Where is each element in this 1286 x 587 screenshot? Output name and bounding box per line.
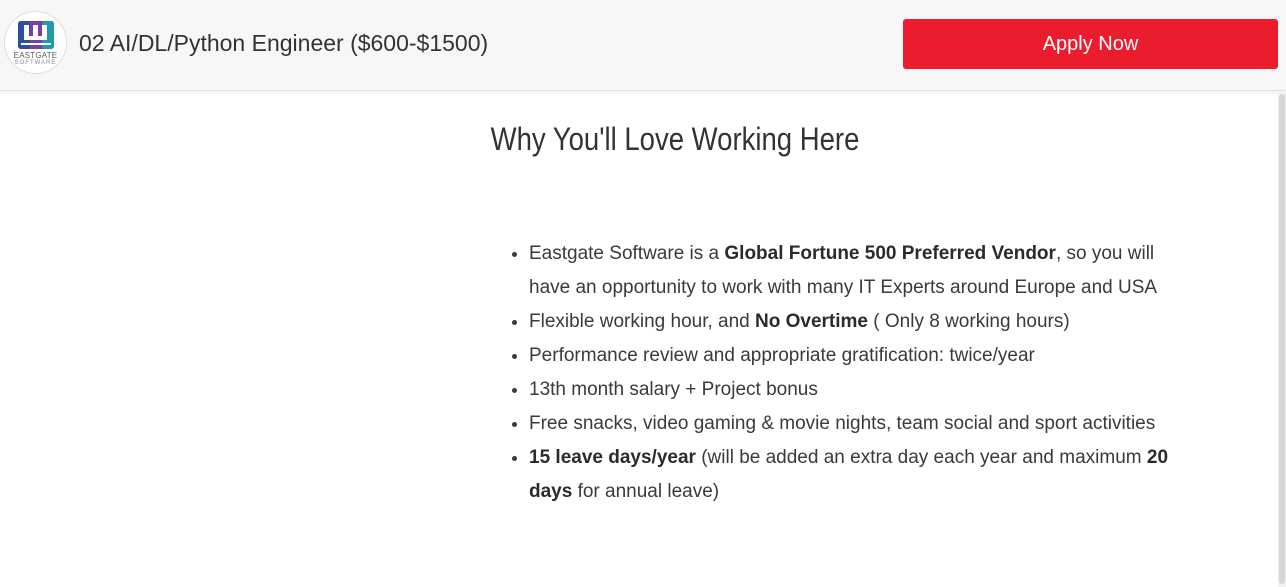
benefit-item: Free snacks, video gaming & movie nights… xyxy=(529,407,1169,441)
scrollbar-thumb[interactable] xyxy=(1279,94,1285,584)
benefit-item: 13th month salary + Project bonus xyxy=(529,373,1169,407)
benefit-highlight: No Overtime xyxy=(755,311,868,332)
page-scrollbar[interactable] xyxy=(1278,92,1286,587)
eastgate-logo-icon xyxy=(18,21,54,49)
benefits-list: Eastgate Software is a Global Fortune 50… xyxy=(504,237,1169,509)
logo-wordmark: EASTGATE xyxy=(13,51,58,60)
logo-subtext: SOFTWARE xyxy=(14,60,57,66)
benefit-text: Free snacks, video gaming & movie nights… xyxy=(529,413,1156,434)
benefit-highlight: 15 leave days/year xyxy=(529,447,696,468)
benefit-text: 13th month salary + Project bonus xyxy=(529,379,818,400)
job-header-bar: EASTGATE SOFTWARE 02 AI/DL/Python Engine… xyxy=(0,0,1286,91)
benefit-text: Eastgate Software is a xyxy=(529,243,725,264)
benefit-text: Performance review and appropriate grati… xyxy=(529,345,1035,366)
benefit-text: (will be added an extra day each year an… xyxy=(695,447,1147,468)
apply-now-button[interactable]: Apply Now xyxy=(903,19,1278,69)
company-logo[interactable]: EASTGATE SOFTWARE xyxy=(4,11,67,74)
benefit-item: Performance review and appropriate grati… xyxy=(529,339,1169,373)
section-heading: Why You'll Love Working Here xyxy=(490,121,860,157)
benefit-text: Flexible working hour, and xyxy=(529,311,756,332)
benefit-item: Flexible working hour, and No Overtime (… xyxy=(529,305,1169,339)
benefit-highlight: Global Fortune 500 Preferred Vendor xyxy=(724,243,1056,264)
benefit-item: Eastgate Software is a Global Fortune 50… xyxy=(529,237,1169,305)
benefit-text: for annual leave) xyxy=(572,481,720,502)
benefit-text: ( Only 8 working hours) xyxy=(868,311,1070,332)
job-title: 02 AI/DL/Python Engineer ($600-$1500) xyxy=(79,30,489,56)
benefit-item: 15 leave days/year (will be added an ext… xyxy=(529,441,1169,509)
